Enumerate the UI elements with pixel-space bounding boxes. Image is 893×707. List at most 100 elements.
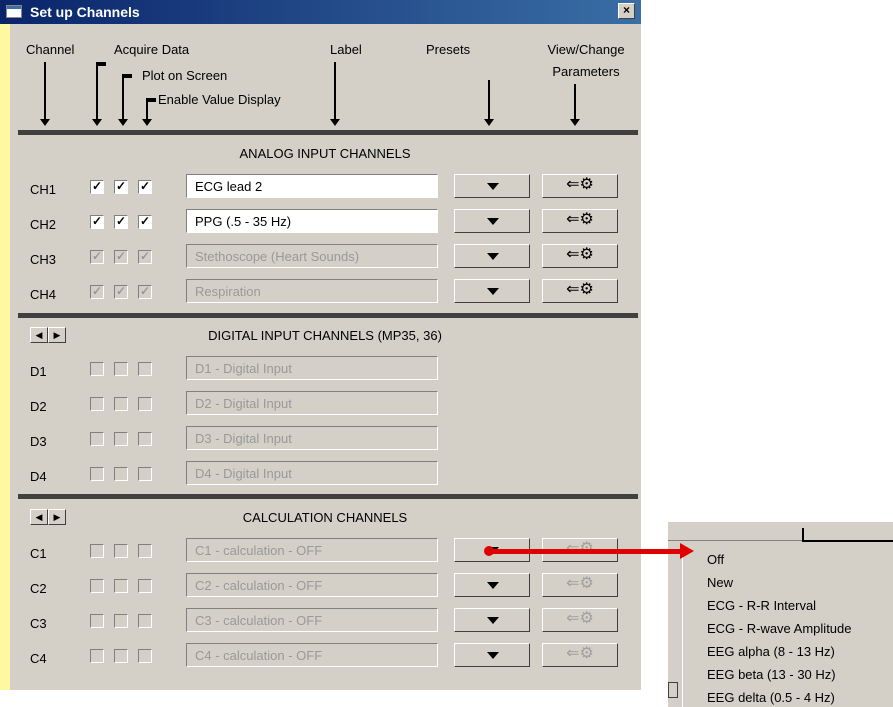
display-checkbox[interactable]: ✓	[138, 215, 152, 229]
acquire-arrow	[92, 62, 102, 126]
preset-dropdown-button[interactable]	[454, 174, 530, 198]
channel-id: CH3	[30, 252, 57, 267]
menu-item[interactable]: ECG - R-R Interval	[707, 598, 816, 613]
channel-label-input[interactable]: ECG lead 2	[186, 174, 438, 198]
parameters-button[interactable]: ⇐⚙	[542, 244, 618, 268]
preset-dropdown-button[interactable]	[454, 643, 530, 667]
display-checkbox[interactable]: ✓	[138, 285, 152, 299]
plot-checkbox[interactable]	[114, 362, 128, 376]
channel-label-input[interactable]: D1 - Digital Input	[186, 356, 438, 380]
acquire-checkbox[interactable]	[90, 544, 104, 558]
display-checkbox[interactable]	[138, 579, 152, 593]
plot-checkbox[interactable]	[114, 467, 128, 481]
acquire-checkbox[interactable]	[90, 362, 104, 376]
header-channel: Channel	[26, 42, 75, 57]
channel-id: CH1	[30, 182, 57, 197]
wrench-icon: ⇐⚙	[566, 176, 594, 193]
preset-dropdown-button[interactable]	[454, 573, 530, 597]
acquire-checkbox[interactable]: ✓	[90, 180, 104, 194]
channel-label-input[interactable]: Respiration	[186, 279, 438, 303]
partial-button	[668, 682, 678, 698]
enable-tick	[146, 98, 156, 102]
display-checkbox[interactable]	[138, 432, 152, 446]
display-checkbox[interactable]	[138, 467, 152, 481]
menu-item[interactable]: New	[707, 575, 733, 590]
channel-label-input[interactable]: C4 - calculation - OFF	[186, 643, 438, 667]
channel-label-input[interactable]: C1 - calculation - OFF	[186, 538, 438, 562]
parameters-button[interactable]: ⇐⚙	[542, 279, 618, 303]
plot-checkbox[interactable]: ✓	[114, 285, 128, 299]
plot-checkbox[interactable]	[114, 614, 128, 628]
title-bar[interactable]: Set up Channels ×	[0, 0, 641, 24]
parameters-button[interactable]: ⇐⚙	[542, 209, 618, 233]
channel-id: D4	[30, 469, 47, 484]
header-plot-on-screen: Plot on Screen	[142, 68, 228, 83]
channel-id: D1	[30, 364, 47, 379]
preset-dropdown-button[interactable]	[454, 244, 530, 268]
scroll-right-icon[interactable]: ▶	[48, 509, 66, 525]
analog-heading: ANALOG INPUT CHANNELS	[239, 146, 411, 161]
parameters-button[interactable]: ⇐⚙	[542, 643, 618, 667]
close-button[interactable]: ×	[618, 3, 635, 19]
preset-dropdown-button[interactable]	[454, 209, 530, 233]
acquire-checkbox[interactable]: ✓	[90, 215, 104, 229]
header-label: Label	[330, 42, 362, 57]
display-checkbox[interactable]	[138, 362, 152, 376]
preset-dropdown-button[interactable]	[454, 608, 530, 632]
parameters-button[interactable]: ⇐⚙	[542, 174, 618, 198]
plot-checkbox[interactable]: ✓	[114, 250, 128, 264]
acquire-checkbox[interactable]	[90, 579, 104, 593]
plot-checkbox[interactable]	[114, 649, 128, 663]
channel-label-input[interactable]: D2 - Digital Input	[186, 391, 438, 415]
channel-label-input[interactable]: PPG (.5 - 35 Hz)	[186, 209, 438, 233]
plot-checkbox[interactable]	[114, 544, 128, 558]
channel-id: C4	[30, 651, 47, 666]
display-checkbox[interactable]	[138, 544, 152, 558]
acquire-checkbox[interactable]: ✓	[90, 250, 104, 264]
analog-separator	[18, 313, 638, 318]
menu-item[interactable]: ECG - R-wave Amplitude	[707, 621, 852, 636]
menu-item[interactable]: EEG delta (0.5 - 4 Hz)	[707, 690, 835, 705]
menu-item[interactable]: Off	[707, 552, 724, 567]
plot-checkbox[interactable]	[114, 579, 128, 593]
acquire-checkbox[interactable]	[90, 649, 104, 663]
menu-rule-vertical	[802, 528, 804, 542]
scroll-right-icon[interactable]: ▶	[48, 327, 66, 343]
channel-id: CH2	[30, 217, 57, 232]
display-checkbox[interactable]	[138, 649, 152, 663]
channel-label-input[interactable]: D3 - Digital Input	[186, 426, 438, 450]
header-view-change: View/Change	[547, 42, 625, 57]
plot-checkbox[interactable]	[114, 397, 128, 411]
channel-label-input[interactable]: C3 - calculation - OFF	[186, 608, 438, 632]
wrench-icon: ⇐⚙	[566, 645, 594, 662]
channel-label-input[interactable]: C2 - calculation - OFF	[186, 573, 438, 597]
channel-label-input[interactable]: Stethoscope (Heart Sounds)	[186, 244, 438, 268]
header-acquire-data: Acquire Data	[114, 42, 190, 57]
parameters-button[interactable]: ⇐⚙	[542, 573, 618, 597]
plot-checkbox[interactable]: ✓	[114, 215, 128, 229]
plot-checkbox[interactable]	[114, 432, 128, 446]
acquire-checkbox[interactable]	[90, 432, 104, 446]
acquire-checkbox[interactable]: ✓	[90, 285, 104, 299]
acquire-checkbox[interactable]	[90, 467, 104, 481]
display-checkbox[interactable]: ✓	[138, 180, 152, 194]
display-checkbox[interactable]	[138, 397, 152, 411]
menu-item[interactable]: EEG alpha (8 - 13 Hz)	[707, 644, 835, 659]
channel-label-input[interactable]: D4 - Digital Input	[186, 461, 438, 485]
channel-id: D2	[30, 399, 47, 414]
window-icon	[6, 5, 22, 18]
parameters-button[interactable]: ⇐⚙	[542, 608, 618, 632]
wrench-icon: ⇐⚙	[566, 281, 594, 298]
display-checkbox[interactable]	[138, 614, 152, 628]
scroll-left-icon[interactable]: ◀	[30, 327, 48, 343]
plot-checkbox[interactable]: ✓	[114, 180, 128, 194]
scroll-left-icon[interactable]: ◀	[30, 509, 48, 525]
channel-arrow	[40, 62, 50, 126]
display-checkbox[interactable]: ✓	[138, 250, 152, 264]
menu-item[interactable]: EEG beta (13 - 30 Hz)	[707, 667, 836, 682]
acquire-checkbox[interactable]	[90, 397, 104, 411]
acquire-checkbox[interactable]	[90, 614, 104, 628]
preset-dropdown-button[interactable]	[454, 279, 530, 303]
acquire-tick	[96, 62, 106, 66]
calc-heading: CALCULATION CHANNELS	[242, 510, 408, 525]
